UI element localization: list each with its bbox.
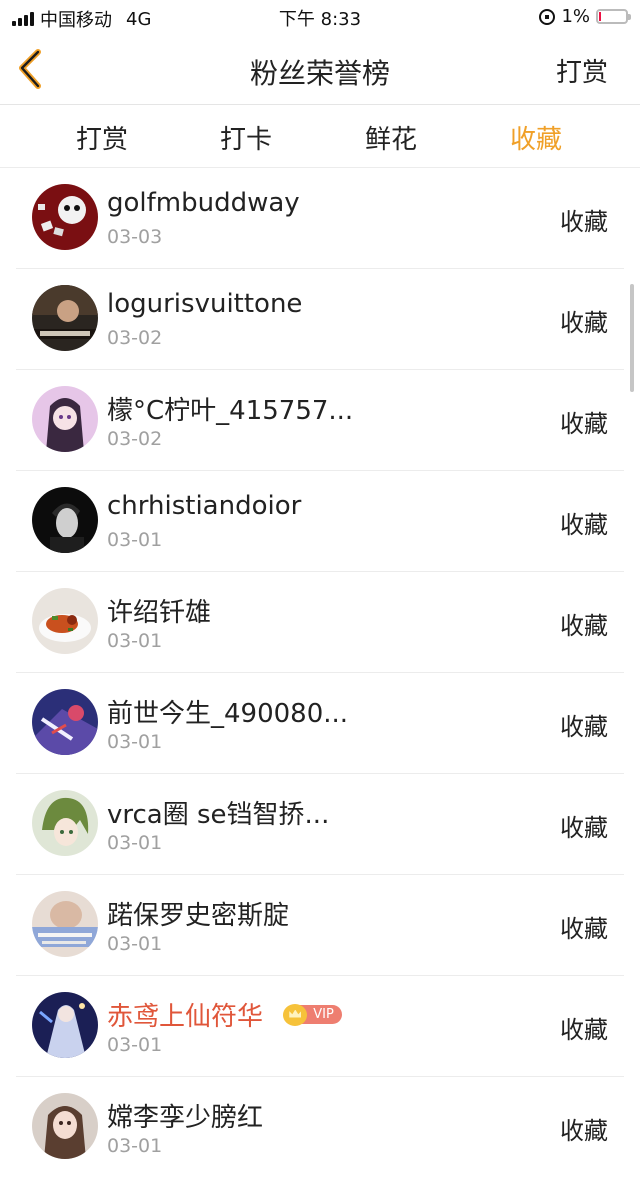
avatar [32,386,98,452]
fan-name: 赤鸢上仙符华 [107,1002,264,1032]
fan-date: 03-02 [107,428,163,450]
row-action-label: 收藏 [560,511,608,539]
list-item[interactable]: 赤鸢上仙符华 VIP 03-01 收藏 [16,976,624,1077]
orientation-lock-icon [539,8,556,25]
tab-flowers[interactable]: 鲜花 [331,119,451,156]
fan-name: 嫦李孪少膀红 [107,1103,264,1133]
tab-favorites[interactable]: 收藏 [476,119,596,156]
scrollbar[interactable] [630,284,634,392]
tab-checkin[interactable]: 打卡 [186,119,306,156]
battery-icon [596,9,631,24]
avatar [32,184,98,250]
row-action-label: 收藏 [560,1117,608,1145]
row-action-label: 收藏 [560,814,608,842]
avatar [32,992,98,1058]
crown-icon [283,1003,308,1026]
page-title: 粉丝荣誉榜 [249,57,390,90]
list-item[interactable]: 许绍钎雄 03-01 收藏 [16,572,624,673]
fan-name: 前世今生_490080... [107,699,349,729]
list-item[interactable]: 嫦李孪少膀红 03-01 收藏 [16,1077,624,1177]
row-action-label: 收藏 [560,915,608,943]
fan-date: 03-01 [107,731,163,753]
list-item[interactable]: vrca圈 se铛智挢... 03-01 收藏 [16,774,624,875]
list-item[interactable]: golfmbuddway 03-03 收藏 [16,168,624,269]
list-item[interactable]: 蹃保罗史密斯腚 03-01 收藏 [16,875,624,976]
fan-list: golfmbuddway 03-03 收藏 logurisvuittone 03… [0,168,640,1177]
fan-date: 03-01 [107,933,163,955]
avatar [32,689,98,755]
fan-date: 03-03 [107,226,163,248]
row-action-label: 收藏 [560,1016,608,1044]
fan-date: 03-01 [107,1034,163,1056]
fan-date: 03-01 [107,832,163,854]
fan-date: 03-02 [107,327,163,349]
fan-name: chrhistiandoior [107,491,302,521]
avatar [32,588,98,654]
row-action-label: 收藏 [560,208,608,236]
list-item[interactable]: logurisvuittone 03-02 收藏 [16,269,624,370]
tab-bar: 打赏 打卡 鲜花 收藏 [0,105,640,168]
fan-name: logurisvuittone [107,289,303,319]
list-item[interactable]: 前世今生_490080... 03-01 收藏 [16,673,624,774]
fan-name: 蹃保罗史密斯腚 [107,901,290,931]
battery-percent: 1% [561,6,590,27]
fan-name: golfmbuddway [107,188,300,218]
fan-name: 檬°C柠叶_415757... [107,396,354,426]
status-right: 1% [539,6,631,27]
avatar [32,1093,98,1159]
fan-date: 03-01 [107,529,163,551]
fan-name: vrca圈 se铛智挢... [107,800,330,830]
list-item[interactable]: 檬°C柠叶_415757... 03-02 收藏 [16,370,624,471]
fan-date: 03-01 [107,1135,163,1157]
fan-name: 许绍钎雄 [107,598,212,628]
status-bar: 中国移动 4G 下午 8:33 1% [0,0,640,34]
avatar [32,285,98,351]
fan-name-vip: 赤鸢上仙符华 VIP [107,996,342,1033]
tab-reward[interactable]: 打赏 [42,119,162,156]
avatar [32,487,98,553]
row-action-label: 收藏 [560,309,608,337]
list-item[interactable]: chrhistiandoior 03-01 收藏 [16,471,624,572]
vip-badge: VIP [283,1003,342,1026]
avatar [32,891,98,957]
row-action-label: 收藏 [560,612,608,640]
row-action-label: 收藏 [560,713,608,741]
avatar [32,790,98,856]
row-action-label: 收藏 [560,410,608,438]
nav-bar: 粉丝荣誉榜 打赏 [0,34,640,105]
reward-button[interactable]: 打赏 [556,52,608,89]
fan-date: 03-01 [107,630,163,652]
